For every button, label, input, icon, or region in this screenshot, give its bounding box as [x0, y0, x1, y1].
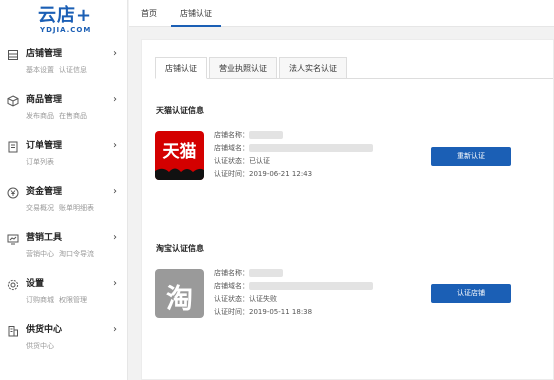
nav-group-settings[interactable]: 设置 › 订购商城 权限管理 [0, 272, 127, 318]
nav-title: 订单管理 [26, 141, 63, 151]
redacted-value [249, 131, 283, 139]
tmall-logo-text: 天猫 [162, 142, 197, 162]
chevron-right-icon: › [113, 94, 117, 105]
tab-home[interactable]: 首页 [129, 0, 169, 27]
nav-sub-subscribe-mall[interactable]: 订购商城 [26, 296, 54, 304]
nav-sub-basic-settings[interactable]: 基本设置 [26, 66, 54, 74]
nav-sub-publish-goods[interactable]: 发布商品 [26, 112, 54, 120]
nav-sub-taokouling[interactable]: 淘口令导流 [59, 250, 94, 258]
chevron-right-icon: › [113, 232, 117, 243]
nav-title: 设置 [26, 279, 45, 289]
taobao-status: 认证状态：认证失败 [214, 295, 277, 303]
nav-group-orders[interactable]: 订单管理 › 订单列表 [0, 134, 127, 180]
chevron-right-icon: › [113, 278, 117, 289]
taobao-info: 店铺名称： 店铺域名： 认证状态：认证失败 认证时间：2019-05-11 18… [214, 267, 373, 319]
nav-sub-trade-overview[interactable]: 交易概况 [26, 204, 54, 212]
nav-sub-order-list[interactable]: 订单列表 [26, 158, 54, 166]
nav-group-supply[interactable]: 供货中心 › 供货中心 [0, 318, 127, 364]
nav-group-funds[interactable]: 资金管理 › 交易概况 账单明细表 [0, 180, 127, 226]
tmall-status: 认证状态：已认证 [214, 157, 270, 165]
nav-title: 商品管理 [26, 95, 63, 105]
logo-main: 云店+ [38, 5, 93, 26]
chevron-right-icon: › [113, 48, 117, 59]
nav-title: 营销工具 [26, 233, 63, 243]
tab-legal-person[interactable]: 法人实名认证 [279, 57, 347, 79]
tab-business-license[interactable]: 营业执照认证 [209, 57, 277, 79]
tmall-time: 认证时间：2019-06-21 12:43 [214, 170, 313, 178]
order-icon [8, 141, 18, 153]
nav-title: 店铺管理 [26, 49, 63, 59]
taobao-name-label: 店铺名称： [214, 269, 249, 277]
taobao-logo-text: 淘 [166, 284, 193, 315]
tmall-info: 店铺名称： 店铺域名： 认证状态：已认证 认证时间：2019-06-21 12:… [214, 129, 373, 181]
taobao-logo: 淘 [155, 269, 204, 318]
store-icon [8, 50, 18, 60]
taobao-time: 认证时间：2019-05-11 18:38 [214, 308, 313, 316]
nav-group-marketing[interactable]: 营销工具 › 营销中心 淘口令导流 [0, 226, 127, 272]
nav-group-goods[interactable]: 商品管理 › 发布商品 在售商品 [0, 88, 127, 134]
taobao-section-title: 淘宝认证信息 [156, 244, 204, 253]
nav-title: 资金管理 [26, 187, 63, 197]
top-tab-bar: 首页 店铺认证 [129, 0, 554, 27]
content-panel: 店铺认证 营业执照认证 法人实名认证 天猫认证信息 天猫 店铺名称： 店铺域名：… [141, 39, 554, 380]
redacted-value [249, 282, 373, 290]
tmall-name-label: 店铺名称： [214, 131, 249, 139]
nav-sub-auth-info[interactable]: 认证信息 [59, 66, 87, 74]
tmall-domain-label: 店铺域名： [214, 144, 249, 152]
reauth-button[interactable]: 重新认证 [431, 147, 511, 166]
redacted-value [249, 144, 373, 152]
tmall-logo: 天猫 [155, 131, 204, 180]
nav-title: 供货中心 [26, 325, 63, 335]
building-icon [8, 326, 18, 337]
tmall-section-title: 天猫认证信息 [156, 106, 204, 115]
marketing-icon [7, 234, 19, 245]
nav-sub-on-sale[interactable]: 在售商品 [59, 112, 87, 120]
tab-store-auth[interactable]: 店铺认证 [171, 0, 221, 27]
chevron-right-icon: › [113, 324, 117, 335]
logo-sub: YDJIA.COM [40, 26, 92, 34]
yen-icon [7, 187, 19, 199]
gear-icon [7, 279, 19, 291]
auth-store-button[interactable]: 认证店铺 [431, 284, 511, 303]
auth-tabs: 店铺认证 营业执照认证 法人实名认证 [155, 55, 553, 79]
nav-group-store[interactable]: 店铺管理 › 基本设置 认证信息 [0, 42, 127, 88]
nav-sub-bill-detail[interactable]: 账单明细表 [59, 204, 94, 212]
taobao-domain-label: 店铺域名： [214, 282, 249, 290]
redacted-value [249, 269, 283, 277]
nav-sub-permissions[interactable]: 权限管理 [59, 296, 87, 304]
tab-store-certification[interactable]: 店铺认证 [155, 57, 207, 79]
sidebar: 云店+ YDJIA.COM 店铺管理 › 基本设置 认证信息 商品管理 › 发布商… [0, 0, 128, 380]
nav-sub-supply-center[interactable]: 供货中心 [26, 342, 54, 350]
nav-sub-marketing-center[interactable]: 营销中心 [26, 250, 54, 258]
chevron-right-icon: › [113, 140, 117, 151]
chevron-right-icon: › [113, 186, 117, 197]
logo[interactable]: 云店+ YDJIA.COM [0, 0, 127, 42]
tmall-cat-silhouette [155, 168, 204, 180]
cube-icon [7, 95, 19, 107]
